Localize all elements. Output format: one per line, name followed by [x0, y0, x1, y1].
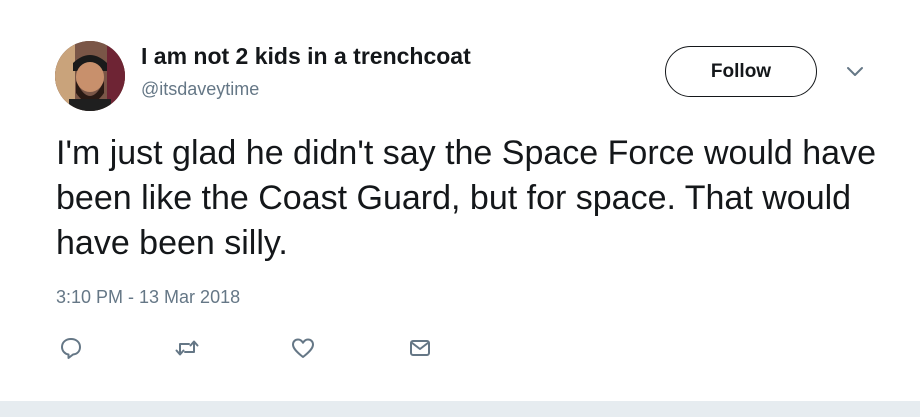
display-name[interactable]: I am not 2 kids in a trenchcoat: [141, 43, 471, 70]
user-handle[interactable]: @itsdaveytime: [141, 79, 259, 100]
tweet-card: I am not 2 kids in a trenchcoat @itsdave…: [0, 0, 920, 417]
tweet-text: I'm just glad he didn't say the Space Fo…: [56, 134, 877, 262]
tweet-timestamp[interactable]: 3:10 PM - 13 Mar 2018: [56, 287, 240, 308]
direct-message-icon[interactable]: [407, 335, 433, 361]
reply-icon[interactable]: [58, 335, 84, 361]
footer-divider: [0, 401, 920, 417]
chevron-down-icon[interactable]: [845, 64, 865, 78]
avatar-image: [55, 41, 125, 111]
avatar[interactable]: [55, 41, 125, 111]
like-icon[interactable]: [290, 335, 316, 361]
retweet-icon[interactable]: [174, 335, 200, 361]
follow-button[interactable]: Follow: [665, 46, 817, 97]
